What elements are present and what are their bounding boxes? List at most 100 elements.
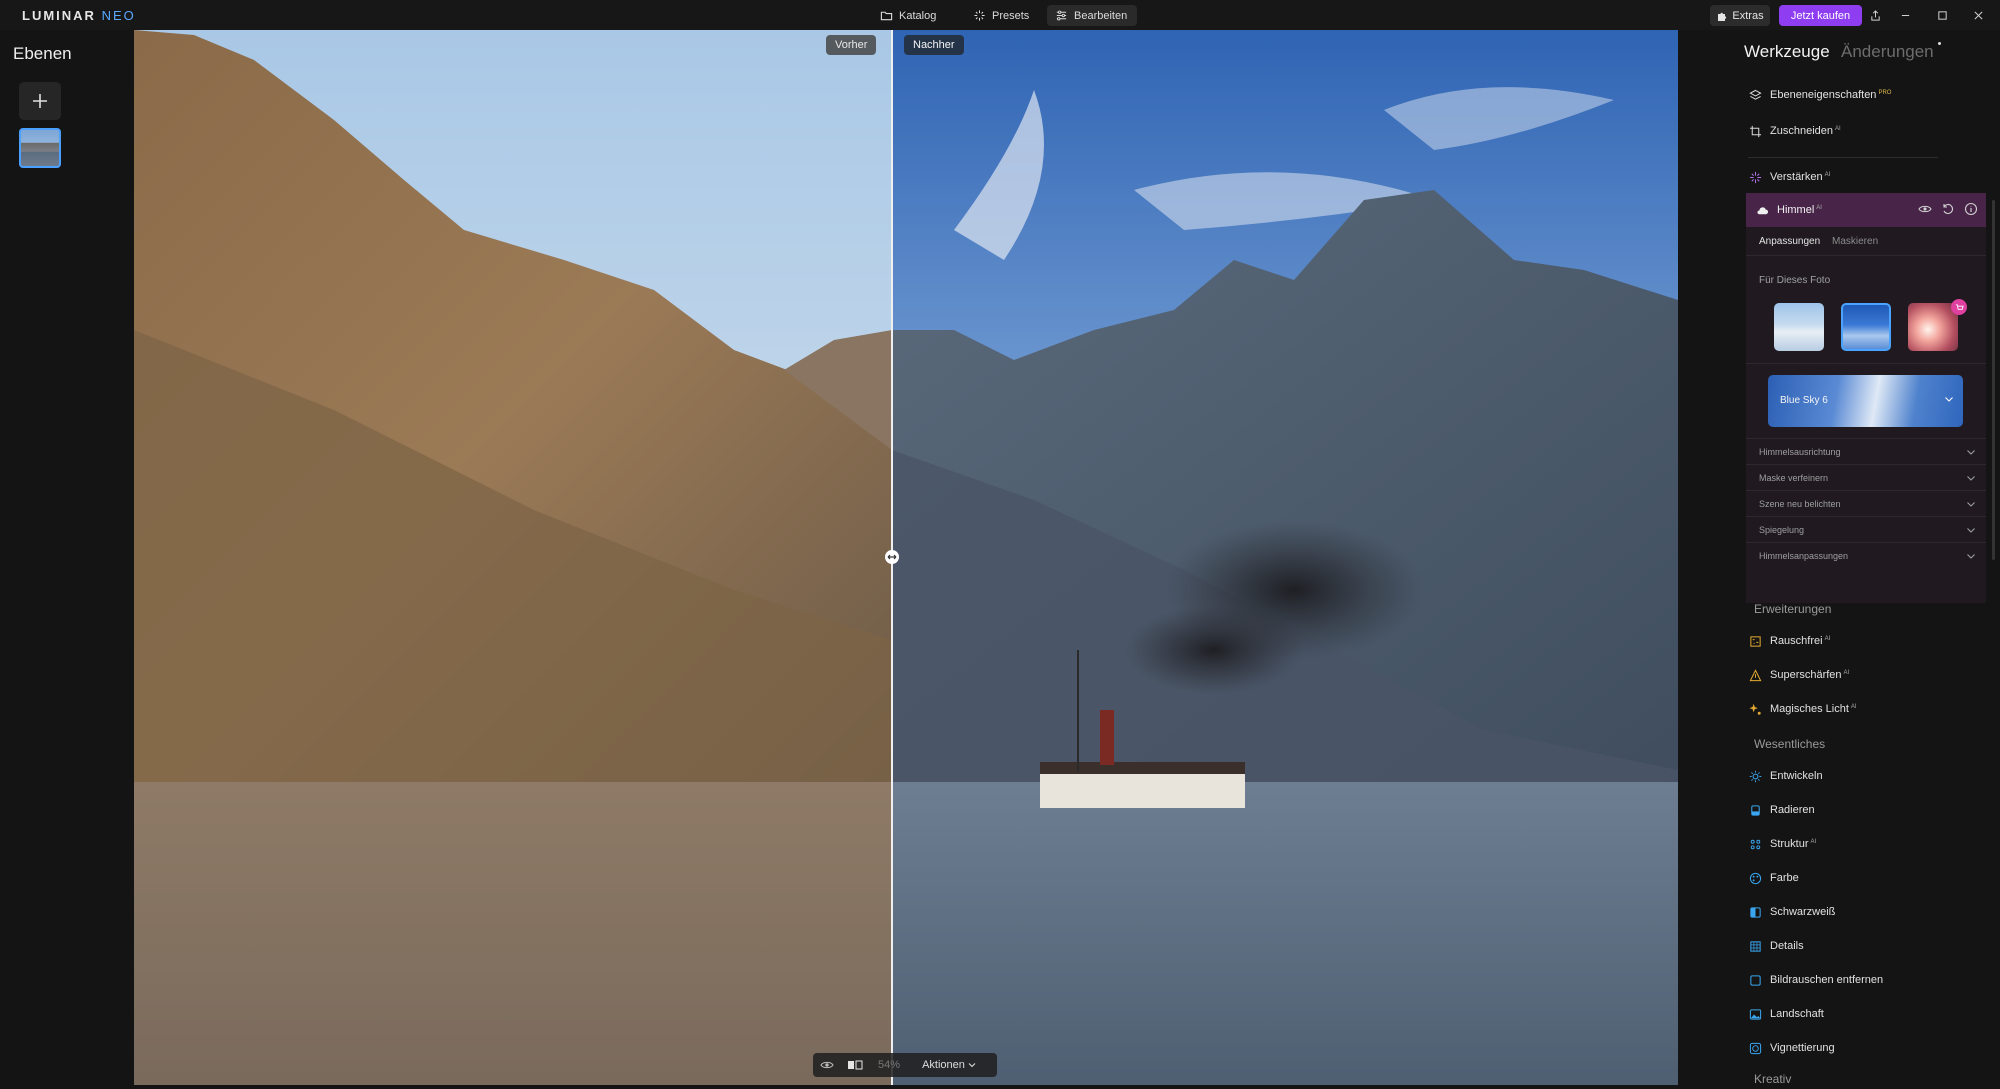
extras-button[interactable]: Extras	[1710, 5, 1770, 26]
structure-icon	[1750, 839, 1761, 849]
tool-label: Entwickeln	[1770, 770, 1823, 782]
add-layer-button[interactable]	[19, 82, 61, 120]
info-icon[interactable]	[1964, 202, 1978, 216]
for-this-photo-label: Für Dieses Foto	[1759, 275, 1831, 286]
app-logo: LUMINAR NEO	[22, 8, 136, 23]
layers-title: Ebenen	[13, 44, 72, 63]
magic-light-icon	[1749, 703, 1761, 715]
tab-masking[interactable]: Maskieren	[1832, 236, 1878, 247]
zoom-value: 54%	[877, 1059, 901, 1071]
tool-layer-properties[interactable]: Ebeneneigenschaften PRO	[1749, 84, 1891, 106]
sky-selection-dropdown[interactable]: Blue Sky 6	[1768, 375, 1963, 427]
tool-develop[interactable]: Entwickeln	[1749, 765, 1823, 787]
black-white-icon	[1750, 906, 1761, 918]
plus-icon	[33, 94, 47, 108]
accordion-sky-orientation[interactable]: Himmelsausrichtung	[1746, 438, 1986, 464]
before-label: Vorher	[826, 35, 877, 55]
zoom-level[interactable]: 54%	[869, 1053, 909, 1077]
accordion-scene-relight[interactable]: Szene neu belichten	[1746, 490, 1986, 516]
sky-tool-header[interactable]: Himmel AI	[1746, 193, 1986, 227]
tab-edit[interactable]: Bearbeiten	[1047, 5, 1138, 26]
minimize-icon[interactable]	[1896, 6, 1914, 24]
tool-label: Details	[1770, 940, 1804, 952]
tab-changes[interactable]: Änderungen	[1841, 42, 1934, 62]
ai-badge: AI	[1835, 126, 1841, 132]
sky-suggestion-2[interactable]	[1841, 303, 1891, 351]
tool-magic-light[interactable]: Magisches Licht AI	[1749, 698, 1857, 720]
tab-presets-label: Presets	[992, 9, 1030, 22]
layers-icon	[1749, 89, 1762, 100]
tool-supersharp[interactable]: Superschärfen AI	[1749, 664, 1849, 686]
tool-label: Vignettierung	[1770, 1042, 1835, 1054]
layer-thumbnail[interactable]	[19, 128, 61, 168]
buy-now-button[interactable]: Jetzt kaufen	[1779, 5, 1862, 26]
top-bar: LUMINAR NEO Katalog Presets Bearbeiten E…	[0, 0, 2000, 30]
tab-adjustments[interactable]: Anpassungen	[1759, 236, 1820, 247]
tool-structure[interactable]: Struktur AI	[1749, 833, 1816, 855]
accordion-refine-mask[interactable]: Maske verfeinern	[1746, 464, 1986, 490]
maximize-icon[interactable]	[1933, 6, 1951, 24]
arrows-horizontal-icon	[887, 554, 897, 560]
pro-badge: PRO	[1878, 90, 1892, 96]
ai-badge: AI	[1810, 839, 1817, 845]
tool-landscape[interactable]: Landschaft	[1749, 1003, 1824, 1025]
tool-black-white[interactable]: Schwarzweiß	[1749, 901, 1835, 923]
chevron-down-icon	[1945, 397, 1953, 402]
denoise-icon	[1750, 974, 1761, 986]
logo-suffix: NEO	[101, 8, 136, 23]
actions-dropdown[interactable]: Aktionen	[909, 1053, 989, 1077]
chevron-down-icon	[1967, 553, 1975, 559]
tool-noiseless[interactable]: Rauschfrei AI	[1749, 630, 1830, 652]
sky-tool-panel: Himmel AI Anpassungen Maskieren Für Diese…	[1746, 193, 1986, 603]
cloud-icon	[1757, 206, 1769, 214]
visibility-eye-icon[interactable]	[1918, 202, 1932, 216]
vignette-icon	[1749, 1042, 1762, 1054]
tab-tools[interactable]: Werkzeuge	[1744, 42, 1830, 62]
changes-indicator	[1938, 42, 1941, 45]
tool-erase[interactable]: Radieren	[1749, 799, 1815, 821]
after-label: Nachher	[904, 35, 964, 55]
tool-label: Rauschfrei	[1770, 635, 1823, 647]
image-canvas[interactable]: Vorher Nachher 54% Aktionen	[134, 30, 1678, 1085]
divider	[1748, 157, 1938, 158]
section-creative: Kreativ	[1754, 1072, 1792, 1086]
tool-label: Zuschneiden	[1770, 125, 1833, 137]
extras-label: Extras	[1732, 9, 1764, 22]
accordion-sky-adjustments[interactable]: Himmelsanpassungen	[1746, 542, 1986, 568]
accordion-reflection[interactable]: Spiegelung	[1746, 516, 1986, 542]
tool-denoise[interactable]: Bildrauschen entfernen	[1749, 969, 1883, 991]
compare-toggle-button[interactable]	[841, 1053, 869, 1077]
tool-label: Schwarzweiß	[1770, 906, 1836, 918]
tool-enhance[interactable]: Verstärken AI	[1749, 166, 1830, 188]
details-icon	[1750, 940, 1761, 952]
tool-crop[interactable]: Zuschneiden AI	[1749, 120, 1841, 142]
scrollbar-thumb[interactable]	[1992, 200, 1995, 560]
ai-badge: AI	[1824, 172, 1831, 178]
sky-suggestion-3[interactable]	[1908, 303, 1958, 351]
sliders-icon	[1056, 10, 1067, 21]
supersharp-icon	[1749, 668, 1762, 681]
accordion-label: Himmelsausrichtung	[1759, 446, 1841, 457]
tools-panel: Werkzeuge Änderungen Ebeneneigenschaften…	[1678, 30, 2000, 1089]
buy-now-label: Jetzt kaufen	[1790, 9, 1851, 22]
tool-label: Farbe	[1770, 872, 1799, 884]
compare-split-handle[interactable]	[885, 550, 899, 564]
tab-edit-label: Bearbeiten	[1074, 9, 1128, 22]
share-icon[interactable]	[1866, 6, 1884, 24]
tab-catalog[interactable]: Katalog	[872, 5, 946, 26]
tool-label: Ebeneneigenschaften	[1770, 89, 1877, 101]
section-essentials: Wesentliches	[1754, 737, 1826, 751]
preview-eye-button[interactable]	[813, 1053, 841, 1077]
accordion-label: Spiegelung	[1759, 524, 1805, 535]
palette-icon	[1749, 872, 1762, 884]
tool-vignette[interactable]: Vignettierung	[1749, 1037, 1835, 1059]
ai-badge: AI	[1843, 670, 1850, 676]
reset-icon[interactable]	[1941, 202, 1955, 216]
logo-text: LUMINAR	[22, 8, 96, 23]
tool-color[interactable]: Farbe	[1749, 867, 1799, 889]
tab-presets[interactable]: Presets	[965, 5, 1039, 26]
close-icon[interactable]	[1969, 6, 1987, 24]
sparkle-icon	[974, 10, 985, 21]
sky-suggestion-1[interactable]	[1774, 303, 1824, 351]
tool-details[interactable]: Details	[1749, 935, 1804, 957]
